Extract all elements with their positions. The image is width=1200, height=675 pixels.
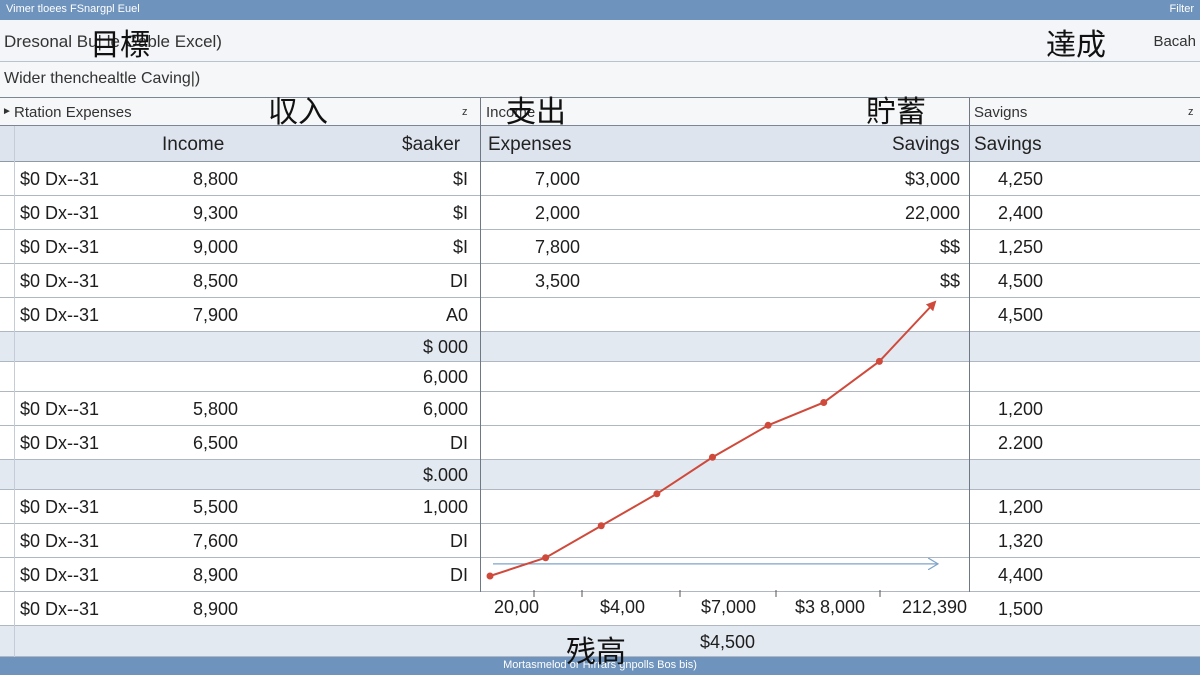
data-point bbox=[653, 490, 661, 498]
data-point bbox=[709, 453, 716, 461]
data-point bbox=[597, 522, 605, 530]
balance-jp-label: 残高 bbox=[566, 635, 626, 670]
income-jp-label: 収入 bbox=[268, 95, 328, 130]
data-point bbox=[875, 357, 883, 365]
series-line-savings bbox=[489, 300, 937, 577]
achievement-label: 達成 bbox=[1046, 28, 1106, 63]
savings-line-chart bbox=[486, 300, 1200, 597]
goal-label: 目標 bbox=[90, 28, 150, 63]
data-point bbox=[764, 421, 772, 429]
data-point bbox=[486, 572, 494, 580]
data-point bbox=[820, 398, 828, 406]
expenses-jp-label: 支出 bbox=[506, 95, 566, 130]
savings-jp-label: 貯蓄 bbox=[866, 95, 926, 130]
data-point bbox=[542, 554, 550, 562]
